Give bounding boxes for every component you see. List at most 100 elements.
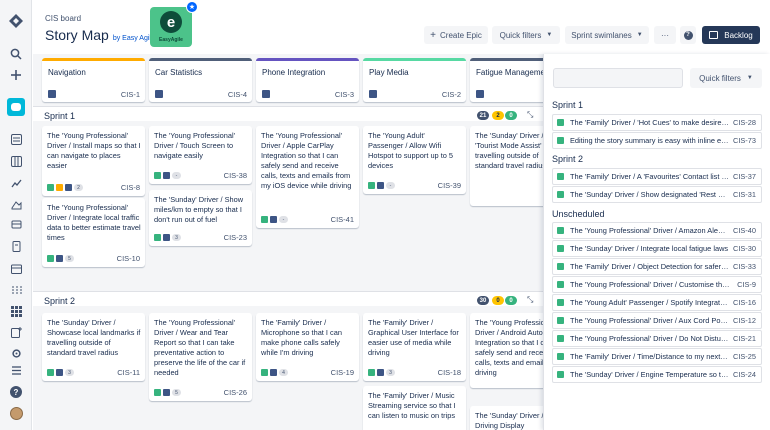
backlog-item[interactable]: The 'Sunday' Driver / Integrate local fa… bbox=[552, 240, 762, 257]
sprint-swimlanes-button[interactable]: Sprint swimlanes ▼ bbox=[565, 26, 649, 44]
logo-text: EasyAgile bbox=[159, 37, 183, 43]
story-icon bbox=[557, 227, 564, 234]
epic-card[interactable]: Car Statistics CIS-4 bbox=[149, 58, 252, 102]
search-icon[interactable] bbox=[6, 46, 26, 62]
story-card[interactable]: The 'Young Professional' Driver / Touch … bbox=[149, 126, 252, 184]
page-title: Story Map by Easy Agile bbox=[45, 27, 155, 43]
badge-done: 0 bbox=[505, 111, 517, 120]
backlog-item[interactable]: The 'Family' Driver / A 'Favourites' Con… bbox=[552, 168, 762, 185]
settings-icon[interactable] bbox=[6, 345, 26, 361]
epic-color-icon bbox=[163, 389, 170, 396]
project-avatar-icon[interactable] bbox=[6, 98, 26, 116]
story-icon bbox=[557, 299, 564, 306]
create-epic-button[interactable]: + Create Epic bbox=[424, 26, 488, 44]
backlog-button[interactable]: Backlog bbox=[702, 26, 760, 44]
story-card[interactable]: The 'Young Professional' Driver / Instal… bbox=[42, 126, 145, 196]
backlog-item[interactable]: The 'Sunday' Driver / Engine Temperature… bbox=[552, 366, 762, 383]
backlog-item[interactable]: Editing the story summary is easy with i… bbox=[552, 132, 762, 149]
story-icon bbox=[557, 281, 564, 288]
story-card[interactable]: The 'Young Professional' Driver / Wear a… bbox=[149, 313, 252, 401]
releases-icon[interactable] bbox=[6, 197, 26, 213]
story-icon bbox=[557, 263, 564, 270]
panel-search-input[interactable] bbox=[553, 68, 683, 88]
story-icon bbox=[557, 353, 564, 360]
backlog-item[interactable]: The 'Family' Driver / Object Detection f… bbox=[552, 258, 762, 275]
pages-icon[interactable] bbox=[6, 238, 26, 254]
epic-card[interactable]: Phone Integration CIS-3 bbox=[256, 58, 359, 102]
calendar-icon[interactable] bbox=[6, 260, 26, 276]
story-card[interactable]: The 'Family' Driver / Music Streaming se… bbox=[363, 386, 466, 430]
more-button[interactable]: ··· bbox=[654, 26, 676, 44]
help-icon[interactable]: ? bbox=[6, 384, 26, 400]
backlog-item[interactable]: The 'Young Professional' Driver / Aux Co… bbox=[552, 312, 762, 329]
user-avatar[interactable] bbox=[6, 405, 26, 421]
backlog-item[interactable]: The 'Young Professional' Driver / Amazon… bbox=[552, 222, 762, 239]
backlog-item[interactable]: The 'Sunday' Driver / Show designated 'R… bbox=[552, 186, 762, 203]
collapse-icon[interactable]: ⤡ bbox=[527, 295, 533, 305]
panel-section-title: Unscheduled bbox=[552, 209, 605, 219]
epic-color-icon bbox=[270, 369, 277, 376]
panel-section-title: Sprint 1 bbox=[552, 100, 584, 110]
backlog-icon[interactable] bbox=[6, 131, 26, 147]
backlog-item[interactable]: The 'Family' Driver / Time/Distance to m… bbox=[552, 348, 762, 365]
help-icon: ? bbox=[683, 30, 693, 40]
story-icon bbox=[557, 191, 564, 198]
collapse-icon[interactable]: ⤡ bbox=[527, 110, 533, 120]
badge-todo: 21 bbox=[477, 111, 489, 120]
story-icon bbox=[368, 182, 375, 189]
epic-card[interactable]: Navigation CIS-1 bbox=[42, 58, 145, 102]
create-icon[interactable] bbox=[6, 67, 26, 83]
chevron-down-icon: ▼ bbox=[546, 32, 553, 38]
chevron-down-icon: ▼ bbox=[636, 32, 643, 38]
backlog-item[interactable]: The 'Family' Driver / 'Hot Cues' to make… bbox=[552, 114, 762, 131]
epic-color-icon bbox=[65, 184, 72, 191]
epic-color-icon bbox=[377, 182, 384, 189]
by-easy-agile-link[interactable]: by Easy Agile bbox=[113, 35, 155, 42]
epic-icon bbox=[155, 90, 163, 98]
roadmap-icon[interactable] bbox=[6, 282, 26, 298]
story-icon bbox=[154, 389, 161, 396]
backlog-item[interactable]: The 'Young Professional' Driver / Do Not… bbox=[552, 330, 762, 347]
title-text: Story Map bbox=[45, 27, 109, 43]
story-icon bbox=[557, 137, 564, 144]
add-item-icon[interactable] bbox=[6, 324, 26, 340]
epic-icon bbox=[369, 90, 377, 98]
badge-done: 0 bbox=[505, 296, 517, 305]
story-card[interactable]: The 'Young Adult' Passenger / Allow Wifi… bbox=[363, 126, 466, 194]
menu-icon[interactable] bbox=[6, 362, 26, 378]
story-card[interactable]: The 'Family' Driver / Microphone so that… bbox=[256, 313, 359, 381]
unscheduled-panel: Quick filters ▼ Sprint 1 The 'Family' Dri… bbox=[543, 54, 770, 430]
story-icon bbox=[261, 216, 268, 223]
panel-section-title: Sprint 2 bbox=[552, 154, 584, 164]
story-icon bbox=[557, 173, 564, 180]
board-icon[interactable] bbox=[6, 153, 26, 169]
epic-card[interactable]: Play Media CIS-2 bbox=[363, 58, 466, 102]
epic-icon bbox=[476, 90, 484, 98]
story-card[interactable]: The 'Family' Driver / Graphical User Int… bbox=[363, 313, 466, 381]
components-icon[interactable] bbox=[6, 216, 26, 232]
epic-icon bbox=[262, 90, 270, 98]
panel-quick-filters-button[interactable]: Quick filters ▼ bbox=[690, 68, 762, 88]
quick-filters-button[interactable]: Quick filters ▼ bbox=[492, 26, 560, 44]
backlog-item[interactable]: The 'Young Professional' Driver / Custom… bbox=[552, 276, 762, 293]
plus-icon: + bbox=[430, 29, 437, 41]
reports-icon[interactable] bbox=[6, 175, 26, 191]
story-icon bbox=[154, 172, 161, 179]
badge-in-progress: 0 bbox=[492, 296, 504, 305]
global-sidebar: ? bbox=[0, 0, 32, 430]
star-icon[interactable]: ★ bbox=[186, 1, 198, 13]
board-name: CIS board bbox=[45, 14, 82, 23]
badge-in-progress: 2 bbox=[492, 111, 504, 120]
backlog-icon bbox=[709, 31, 719, 39]
jira-logo-icon[interactable] bbox=[6, 13, 26, 29]
story-card[interactable]: The 'Young Professional' Driver / Apple … bbox=[256, 126, 359, 228]
epic-color-icon bbox=[56, 184, 63, 191]
story-card[interactable]: The 'Sunday' Driver / Show miles/km to e… bbox=[149, 190, 252, 246]
backlog-item[interactable]: The 'Young Adult' Passenger / Spotify In… bbox=[552, 294, 762, 311]
story-map-icon[interactable] bbox=[6, 303, 26, 319]
story-icon bbox=[557, 335, 564, 342]
story-card[interactable]: The 'Sunday' Driver / Showcase local lan… bbox=[42, 313, 145, 381]
help-button[interactable]: ? bbox=[680, 26, 696, 44]
story-card[interactable]: The 'Young Professional' Driver / Integr… bbox=[42, 198, 145, 267]
logo-e-icon: e bbox=[160, 11, 182, 33]
